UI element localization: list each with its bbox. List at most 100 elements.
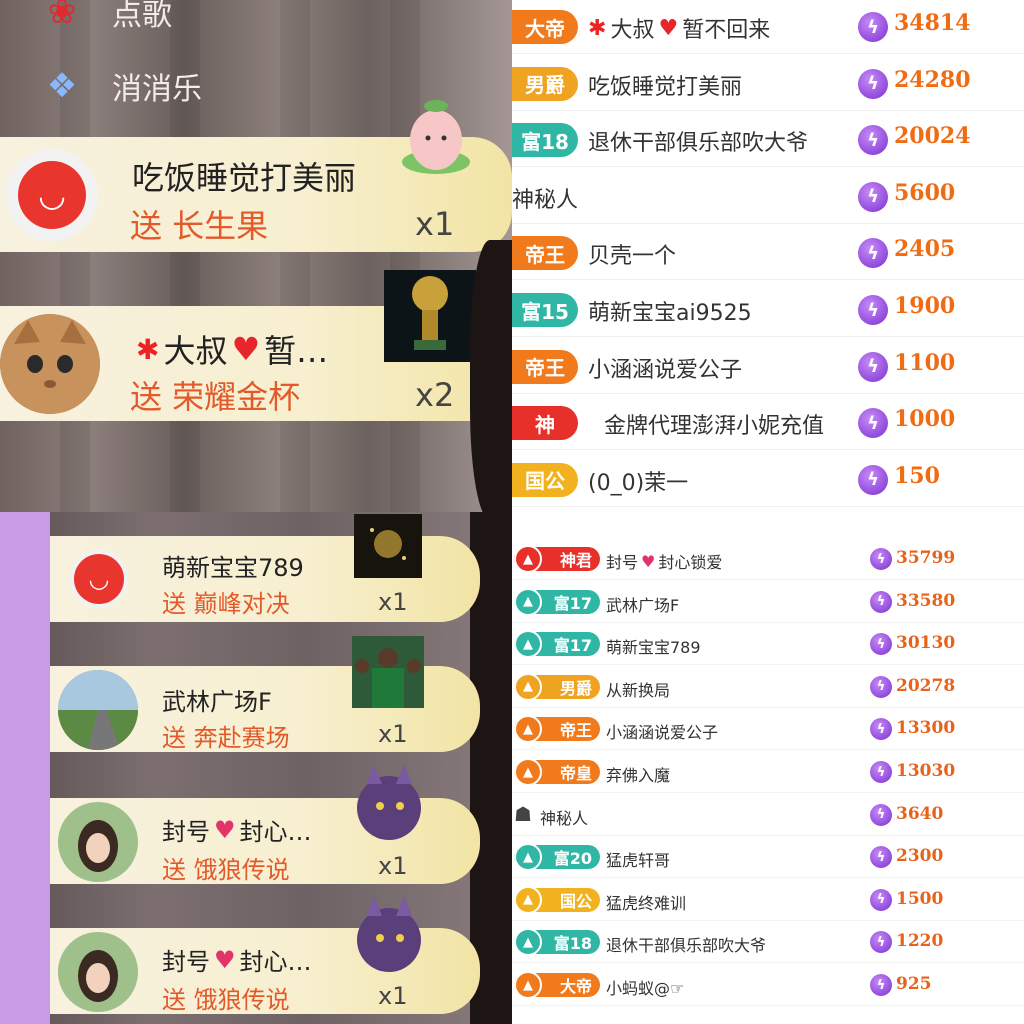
contribution-score: 20278 — [896, 675, 956, 696]
gift-action: 送 奔赴赛场 — [162, 724, 290, 752]
heart-icon: ♥ — [658, 15, 679, 41]
gift-count: x1 — [378, 982, 408, 1010]
rank-row[interactable]: 大帝 ✱ 大叔 ♥ 暂不回来 ϟ 34814 — [512, 0, 1024, 54]
ranking-list-top: 大帝 ✱ 大叔 ♥ 暂不回来 ϟ 34814 男爵 吃饭睡觉打美丽 ϟ 24280 富18 退休干部俱乐… — [512, 0, 1024, 512]
level-badge: ▲ 神君 — [514, 545, 600, 573]
menu-label: 消消乐 — [112, 72, 202, 107]
gift-sender: 武林广场F — [162, 688, 272, 716]
lightning-coin-icon: ϟ — [870, 633, 892, 656]
level-badge: 富15 — [512, 293, 578, 327]
road-avatar — [58, 670, 138, 750]
girl-avatar — [58, 802, 138, 882]
contribution-score: 13300 — [896, 718, 956, 739]
rank-row[interactable]: ▲ 男爵 从新换局 ϟ 20278 — [512, 666, 1024, 708]
user-name: 萌新宝宝789 — [606, 638, 701, 658]
badge-emblem-icon: ▲ — [514, 545, 542, 573]
avatar: ◡ — [70, 550, 128, 608]
gift-count: x1 — [378, 720, 408, 748]
maple-leaf-icon: ✱ — [136, 332, 160, 366]
badge-label: 帝王 — [559, 721, 592, 741]
lightning-coin-icon: ϟ — [858, 238, 888, 269]
level-badge: 帝王 — [512, 349, 578, 384]
rank-row[interactable]: ▲ 富17 武林广场F ϟ 33580 — [512, 581, 1024, 623]
avatar: ◡ — [6, 149, 98, 241]
badge-emblem-icon: ▲ — [514, 672, 542, 701]
rank-row[interactable]: ▲ 国公 猛虎终难训 ϟ 1500 — [512, 879, 1024, 921]
broken-heart-icon: ♥ — [214, 815, 236, 844]
badge-emblem-icon: ▲ — [514, 843, 542, 872]
lightning-coin-icon: ϟ — [858, 351, 888, 382]
rank-row[interactable]: 帝王 贝壳一个 ϟ 2405 — [512, 224, 1024, 281]
contribution-score: 925 — [896, 974, 932, 994]
contribution-score: 1900 — [894, 293, 956, 319]
rank-row[interactable]: ▲ 富17 萌新宝宝789 ϟ 30130 — [512, 623, 1024, 666]
level-badge: ▲ 大帝 — [514, 971, 600, 999]
user-name-text: 封号 — [606, 553, 639, 572]
contribution-score: 1100 — [894, 349, 956, 376]
rank-row[interactable]: 男爵 吃饭睡觉打美丽 ϟ 24280 — [512, 55, 1024, 111]
level-badge: ▲ 富18 — [514, 928, 600, 957]
contribution-score: 20024 — [894, 123, 971, 150]
mystery-user-icon: ☗ — [514, 801, 532, 826]
rank-row[interactable]: 富18 退休干部俱乐部吹大爷 ϟ 20024 — [512, 111, 1024, 168]
rank-row[interactable]: 神金牌代理澎湃小妮充值 ϟ 1000 — [512, 394, 1024, 451]
screenshot-collage: ❀ 点歌 ❖ 消消乐 ◡ 吃饭睡觉打美丽 送 长生果 x1 ✱ 大叔 ♥ 暂… … — [0, 0, 1024, 1024]
badge-label: 大帝 — [559, 977, 592, 996]
lightning-coin-icon: ϟ — [858, 125, 888, 156]
peach-icon — [398, 92, 474, 192]
gift-action: 送 饿狼传说 — [162, 986, 290, 1014]
girl-avatar — [58, 932, 138, 1012]
gift-sender: 吃饭睡觉打美丽 — [132, 159, 357, 197]
contribution-score: 2405 — [894, 236, 956, 263]
rank-row[interactable]: ▲ 神君 封号 ♥ 封心锁爱 ϟ 35799 — [512, 538, 1024, 580]
menu-label: 点歌 — [112, 0, 172, 33]
badge-label: 富17 — [553, 593, 592, 613]
rank-row[interactable]: ▲ 大帝 小蚂蚁@☞ ϟ 925 — [512, 964, 1024, 1006]
lightning-coin-icon: ϟ — [858, 68, 888, 99]
gift-action: 送 荣耀金杯 — [130, 378, 301, 416]
user-name: (0_0)茉一 — [588, 470, 689, 496]
contribution-score: 5600 — [894, 179, 956, 206]
badge-label: 男爵 — [559, 678, 592, 698]
sender-name: 封号 — [162, 818, 210, 846]
live-stream-top: ❀ 点歌 ❖ 消消乐 ◡ 吃饭睡觉打美丽 送 长生果 x1 ✱ 大叔 ♥ 暂… … — [0, 0, 512, 512]
badge-label: 富18 — [553, 934, 592, 954]
gift-count: x1 — [378, 588, 408, 616]
user-name: 神秘人 — [540, 808, 589, 828]
rank-row[interactable]: 国公 (0_0)茉一 ϟ 150 — [512, 451, 1024, 507]
level-badge: ▲ 男爵 — [514, 672, 600, 701]
lightning-coin-icon: ϟ — [870, 548, 892, 570]
rank-row[interactable]: ▲ 帝皇 弃佛入魔 ϟ 13030 — [512, 751, 1024, 793]
user-name: 萌新宝宝ai9525 — [588, 301, 752, 326]
rank-row[interactable]: ▲ 富18 退休干部俱乐部吹大爷 ϟ 1220 — [512, 921, 1024, 964]
contribution-score: 34814 — [894, 10, 971, 36]
rank-row[interactable]: 富15 萌新宝宝ai9525 ϟ 1900 — [512, 281, 1024, 337]
stadium-icon — [354, 514, 422, 578]
wolf-icon — [352, 896, 426, 976]
rank-row[interactable]: 神秘人 ϟ 5600 — [512, 168, 1024, 224]
rank-row[interactable]: ☗ 神秘人 ϟ 3640 — [512, 794, 1024, 836]
contribution-score: 1220 — [896, 931, 944, 952]
lightning-coin-icon: ϟ — [870, 846, 892, 869]
rank-row[interactable]: 帝王 小涵涵说爱公子 ϟ 1100 — [512, 338, 1024, 394]
badge-emblem-icon: ▲ — [514, 630, 542, 659]
gift-sender: ✱ 大叔 ♥ 暂… — [136, 326, 386, 372]
level-badge: 国公 — [512, 462, 578, 497]
rose-icon: ❀ — [47, 0, 77, 32]
user-name: 小涵涵说爱公子 — [588, 357, 743, 383]
menu-item-song[interactable]: ❀ 点歌 — [30, 0, 172, 38]
menu-item-game[interactable]: ❖ 消消乐 — [30, 60, 202, 112]
badge-label: 帝皇 — [559, 764, 592, 783]
rank-row[interactable]: ▲ 富20 猛虎轩哥 ϟ 2300 — [512, 836, 1024, 879]
gift-action: 送 长生果 — [130, 207, 269, 245]
football-team-icon — [352, 636, 424, 708]
gift-count: x1 — [378, 852, 408, 880]
level-badge: 帝王 — [512, 236, 578, 271]
user-name: 神秘人 — [512, 187, 579, 213]
user-name: 吃饭睡觉打美丽 — [588, 74, 743, 100]
gift-action: 送 饿狼传说 — [162, 856, 290, 884]
lightning-coin-icon: ϟ — [870, 718, 892, 741]
sender-name: 大叔 — [163, 332, 228, 370]
rank-row[interactable]: ▲ 帝王 小涵涵说爱公子 ϟ 13300 — [512, 708, 1024, 751]
user-name: 小涵涵说爱公子 — [606, 723, 719, 743]
